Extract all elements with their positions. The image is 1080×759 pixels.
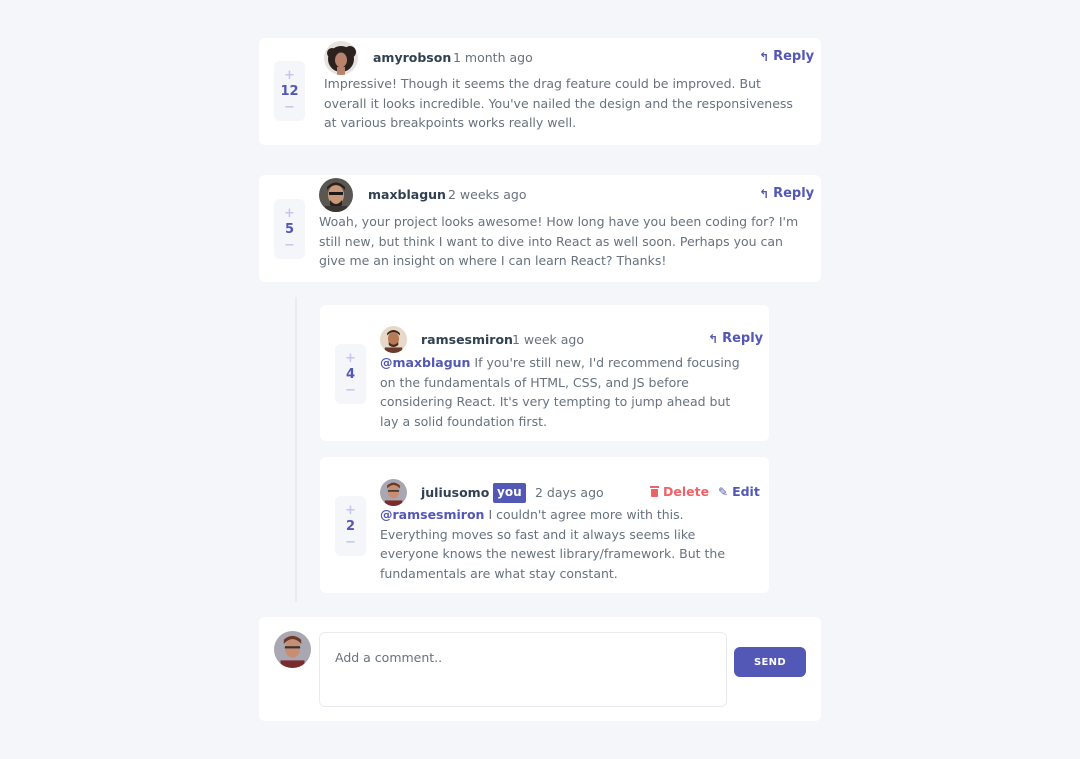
username[interactable]: juliusomo <box>421 485 489 500</box>
upvote-button[interactable]: + <box>284 69 295 83</box>
reply-card: + 2 − juliusomo you 2 days ago Delete ✎ … <box>320 457 769 593</box>
reply-button[interactable]: ↰ Reply <box>708 331 763 346</box>
reply-text: @maxblagun If you're still new, I'd reco… <box>380 353 752 431</box>
upvote-button[interactable]: + <box>345 504 356 518</box>
reply-button[interactable]: ↰ Reply <box>759 186 814 201</box>
mention-link[interactable]: @ramsesmiron <box>380 507 484 522</box>
avatar <box>324 41 358 75</box>
trash-icon <box>650 486 659 497</box>
username[interactable]: amyrobson <box>373 50 451 65</box>
score: 5 <box>284 222 295 237</box>
send-button[interactable]: SEND <box>734 647 806 677</box>
avatar <box>380 479 407 506</box>
downvote-button[interactable]: − <box>345 536 356 550</box>
reply-arrow-icon: ↰ <box>759 186 770 201</box>
upvote-button[interactable]: + <box>284 207 295 221</box>
score: 2 <box>345 519 356 534</box>
username[interactable]: ramsesmiron <box>421 332 513 347</box>
vote-widget: + 5 − <box>274 199 305 259</box>
username[interactable]: maxblagun <box>368 187 446 202</box>
upvote-button[interactable]: + <box>345 352 356 366</box>
timestamp: 2 days ago <box>535 485 604 500</box>
comment-text: Impressive! Though it seems the drag fea… <box>324 76 793 130</box>
vote-widget: + 4 − <box>335 344 366 404</box>
edit-label: Edit <box>732 484 760 499</box>
reply-text: @ramsesmiron I couldn't agree more with … <box>380 505 752 583</box>
comment-input[interactable] <box>319 632 727 707</box>
comment-text: Woah, your project looks awesome! How lo… <box>319 214 799 268</box>
pencil-icon: ✎ <box>718 484 729 499</box>
vote-widget: + 2 − <box>335 496 366 556</box>
reply-label: Reply <box>773 186 815 201</box>
current-user-avatar <box>274 631 311 668</box>
timestamp: 1 month ago <box>453 50 533 65</box>
timestamp: 2 weeks ago <box>448 187 527 202</box>
reply-arrow-icon: ↰ <box>759 49 770 64</box>
mention-link[interactable]: @maxblagun <box>380 355 470 370</box>
reply-arrow-icon: ↰ <box>708 331 719 346</box>
delete-button[interactable]: Delete <box>650 484 709 499</box>
comment-card: + 5 − maxblagun 2 weeks ago ↰ Reply Woah… <box>259 175 821 282</box>
downvote-button[interactable]: − <box>284 101 295 115</box>
vote-widget: + 12 − <box>274 61 305 121</box>
edit-button[interactable]: ✎ Edit <box>718 484 760 499</box>
delete-label: Delete <box>663 484 710 499</box>
downvote-button[interactable]: − <box>284 239 295 253</box>
avatar <box>319 178 353 212</box>
reply-button[interactable]: ↰ Reply <box>759 49 814 64</box>
reply-thread-line <box>295 297 297 602</box>
score: 4 <box>345 367 356 382</box>
reply-card: + 4 − ramsesmiron 1 week ago ↰ Reply @ma… <box>320 305 769 441</box>
comment-card: + 12 − amyrobson 1 month ago ↰ Reply Imp… <box>259 38 821 145</box>
reply-label: Reply <box>773 49 815 64</box>
avatar <box>380 326 407 353</box>
you-badge: you <box>493 483 526 503</box>
timestamp: 1 week ago <box>512 332 584 347</box>
reply-label: Reply <box>722 331 764 346</box>
downvote-button[interactable]: − <box>345 384 356 398</box>
score: 12 <box>280 84 299 99</box>
